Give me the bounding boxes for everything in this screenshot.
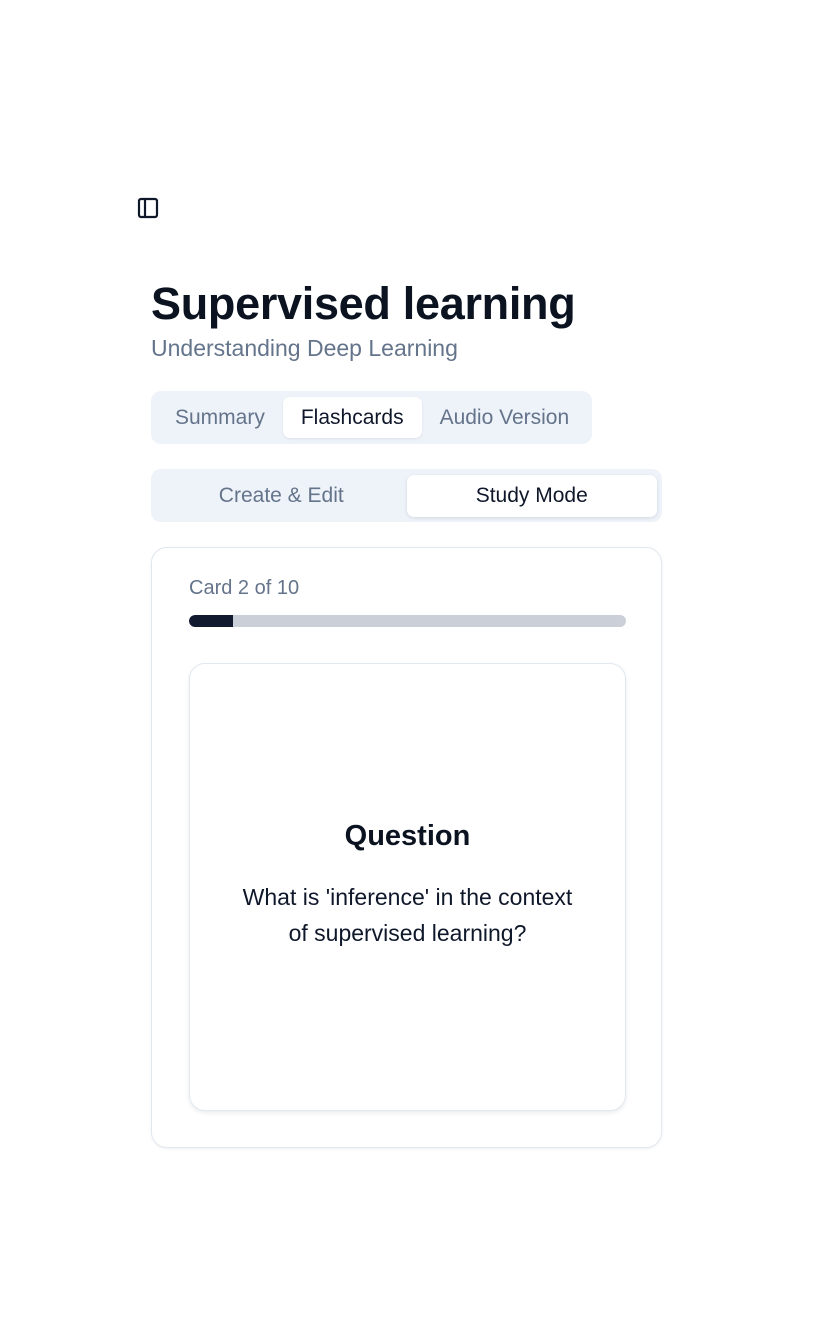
page: Supervised learning Understanding Deep L… (0, 0, 828, 1321)
card-counter: Card 2 of 10 (189, 577, 300, 599)
content-tabs: Summary Flashcards Audio Version (151, 391, 592, 444)
flashcard-heading: Question (344, 819, 471, 852)
page-subtitle: Understanding Deep Learning (151, 335, 458, 361)
flashcard[interactable]: Question What is 'inference' in the cont… (189, 663, 626, 1111)
sidebar-panel-icon (137, 197, 159, 219)
study-mode-button[interactable]: Study Mode (406, 474, 657, 517)
flashcard-question-text: What is 'inference' in the context of su… (242, 883, 573, 946)
tab-audio-version[interactable]: Audio Version (422, 397, 588, 438)
study-progress-bar (189, 615, 626, 627)
study-panel: Card 2 of 10 Question What is 'inference… (151, 547, 662, 1148)
flashcard-mode-toggle: Create & Edit Study Mode (151, 469, 662, 522)
tab-summary[interactable]: Summary (157, 397, 283, 438)
sidebar-toggle-button[interactable] (136, 196, 160, 220)
study-progress-fill (189, 615, 233, 627)
tab-flashcards[interactable]: Flashcards (282, 397, 422, 438)
create-edit-button[interactable]: Create & Edit (156, 475, 407, 517)
page-title: Supervised learning (151, 278, 576, 329)
